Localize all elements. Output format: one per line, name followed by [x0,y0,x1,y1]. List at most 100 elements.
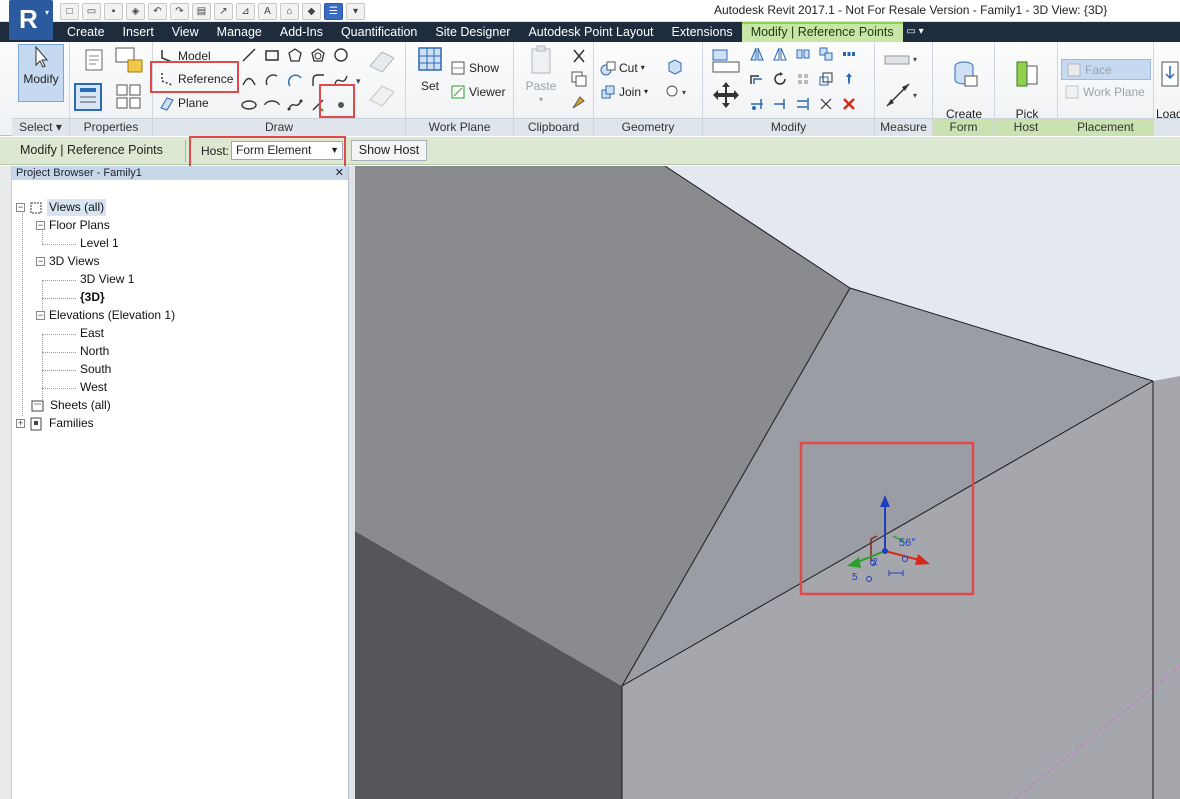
3d-viewport[interactable]: 56° 5 2 [355,166,1180,799]
pin-icon[interactable] [841,71,857,87]
plane-button[interactable]: Plane [159,93,209,113]
viewer-button[interactable]: Viewer [450,82,505,102]
measure-qat-icon[interactable]: ↗ [214,2,233,20]
offset-icon[interactable] [749,71,765,87]
application-menu-button[interactable]: R ▾ [9,0,53,40]
collapse-icon[interactable]: − [36,257,45,266]
tree-node-families[interactable]: + Families [16,415,94,432]
print-icon[interactable]: ▤ [192,2,211,20]
show-work-plane-button[interactable]: Show [450,58,499,78]
trim-icon[interactable] [795,71,811,87]
undo-icon[interactable]: ↶ [148,2,167,20]
save-icon[interactable]: ▪ [104,2,123,20]
3d-view-qat-icon[interactable]: ⌂ [280,2,299,20]
tangent-arc-icon[interactable] [287,72,303,88]
move-icon[interactable] [711,80,741,110]
show-host-button[interactable]: Show Host [351,140,427,161]
trim-extend-icon[interactable] [749,96,765,112]
extend-single-icon[interactable] [772,96,788,112]
split-face-icon[interactable] [666,58,684,76]
tab-extensions[interactable]: Extensions [663,22,742,42]
paste-button[interactable]: Paste ▾ [522,44,560,107]
ellipse-icon[interactable] [241,97,257,113]
tree-node-floor-plans[interactable]: − Floor Plans [36,217,110,234]
extend-multiple-icon[interactable] [795,96,811,112]
tree-node-elevations[interactable]: − Elevations (Elevation 1) [36,307,175,324]
close-icon[interactable]: ✕ [335,166,344,180]
tree-node-south[interactable]: South [80,361,111,378]
dimension-aligned-icon[interactable]: ▾ [883,80,923,110]
unpin-icon[interactable] [818,96,834,112]
circumscribed-polygon-icon[interactable] [310,47,326,63]
tab-insert[interactable]: Insert [114,22,163,42]
section-qat-icon[interactable]: ◆ [302,2,321,20]
tree-node-views-all[interactable]: − Views (all) [16,199,107,216]
qat-dropdown-icon[interactable]: ▾ [346,2,365,20]
tab-create[interactable]: Create [58,22,114,42]
center-ends-arc-icon[interactable] [264,72,280,88]
ribbon-minimize-icon[interactable]: ▭ ▾ [900,24,930,40]
tab-view[interactable]: View [163,22,208,42]
collapse-icon[interactable]: − [36,221,45,230]
tree-node-sheets[interactable]: Sheets (all) [30,397,111,414]
rotate-icon[interactable] [772,71,788,87]
mirror-draw-axis-icon[interactable] [772,46,788,62]
expand-icon[interactable]: + [16,419,25,428]
host-panel: Pick New Host Host [995,42,1058,136]
family-category-icon[interactable] [114,46,144,76]
reference-point-dot[interactable] [882,548,888,554]
collapse-icon[interactable]: − [16,203,25,212]
join-geometry-button[interactable]: Join ▾ [600,82,648,102]
tree-node-north[interactable]: North [80,343,109,360]
new-file-icon[interactable]: □ [60,2,79,20]
align-icon[interactable] [711,48,741,74]
cut-geometry-button[interactable]: Cut ▾ [600,58,645,78]
text-qat-icon[interactable]: A [258,2,277,20]
line-icon[interactable] [241,47,257,63]
start-end-arc-icon[interactable] [241,72,257,88]
tree-node-west[interactable]: West [80,379,107,396]
copy-element-icon[interactable] [818,46,834,62]
inscribed-polygon-icon[interactable] [287,47,303,63]
copy-icon[interactable] [570,70,588,88]
modify-button[interactable]: Modify [18,44,64,102]
set-work-plane-button[interactable]: Set [410,44,450,93]
tree-node-3d-view-1[interactable]: 3D View 1 [80,271,134,288]
scale-icon[interactable] [818,71,834,87]
match-type-icon[interactable] [570,93,588,111]
paint-icon[interactable]: ▾ [666,82,696,100]
work-plane-placement-button[interactable]: Work Plane [1064,82,1145,102]
spline-through-points-icon[interactable] [287,97,303,113]
3d-model-canvas[interactable]: 56° 5 2 [355,166,1180,799]
split-element-icon[interactable] [795,46,811,62]
sync-icon[interactable]: ◈ [126,2,145,20]
properties-icon[interactable] [73,82,103,112]
collapse-icon[interactable]: − [36,311,45,320]
measure-between-icon[interactable]: ▾ [883,48,923,74]
tree-node-east[interactable]: East [80,325,104,342]
tab-quantification[interactable]: Quantification [332,22,426,42]
tab-add-ins[interactable]: Add-Ins [271,22,332,42]
array-icon[interactable] [841,46,857,62]
tab-site-designer[interactable]: Site Designer [426,22,519,42]
partial-ellipse-icon[interactable] [264,97,280,113]
tab-modify-reference-points[interactable]: Modify | Reference Points [741,22,903,42]
tab-manage[interactable]: Manage [208,22,271,42]
mirror-pick-axis-icon[interactable] [749,46,765,62]
cut-clipboard-icon[interactable] [570,47,588,65]
dimension-qat-icon[interactable]: ⊿ [236,2,255,20]
tree-node-3d-views[interactable]: − 3D Views [36,253,99,270]
circle-icon[interactable] [333,47,349,63]
rectangle-icon[interactable] [264,47,280,63]
tree-node-level-1[interactable]: Level 1 [80,235,119,252]
type-properties-icon[interactable] [114,82,144,112]
select-panel-label[interactable]: Select ▾ [12,118,69,136]
open-icon[interactable]: ▭ [82,2,101,20]
tree-node-3d-active[interactable]: {3D} [80,289,105,306]
delete-icon[interactable] [841,96,857,112]
family-types-icon[interactable] [84,48,106,74]
tab-autodesk-point-layout[interactable]: Autodesk Point Layout [519,22,662,42]
redo-icon[interactable]: ↷ [170,2,189,20]
switch-windows-icon[interactable]: ☰ [324,2,343,20]
face-button[interactable]: Face [1061,59,1151,80]
